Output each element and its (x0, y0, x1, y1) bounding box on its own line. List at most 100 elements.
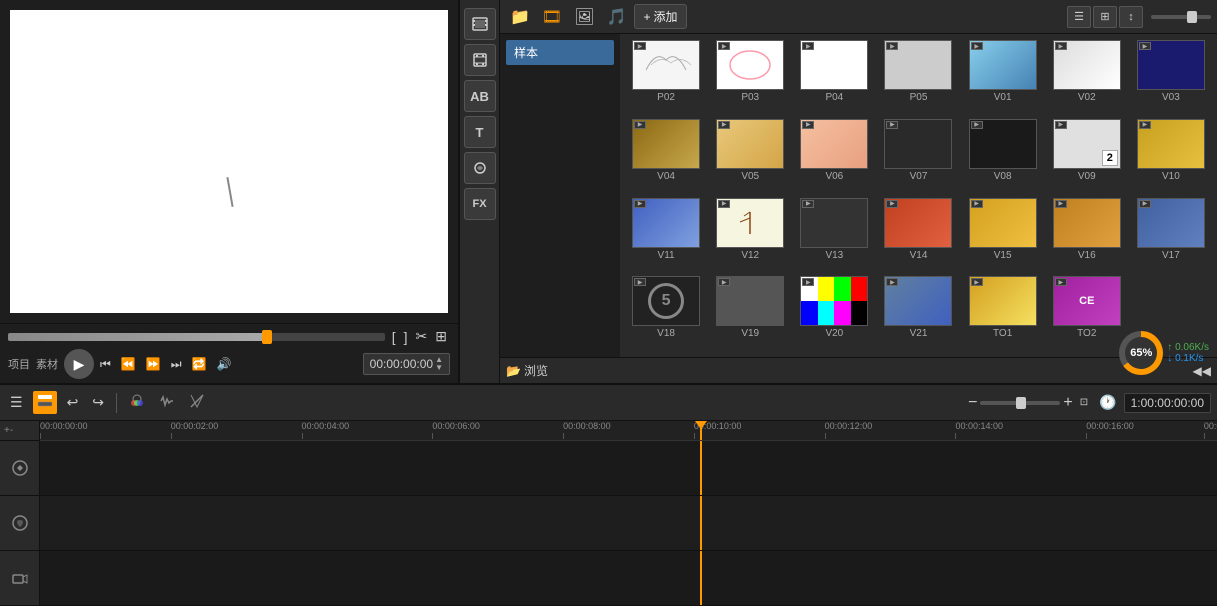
list-item[interactable]: ▶ V19 (710, 276, 790, 351)
effects-tool-button[interactable] (464, 152, 496, 184)
ruler-playhead (700, 421, 702, 440)
badge-2: 2 (1102, 150, 1118, 166)
out-point-button[interactable]: ] (401, 329, 411, 345)
audio-tool-button[interactable] (155, 391, 179, 414)
progress-bar[interactable] (8, 333, 385, 341)
media-thumbnail: ▶ (632, 119, 700, 169)
media-thumbnail: ▶ (716, 276, 784, 326)
list-item[interactable]: ▶ P05 (878, 40, 958, 115)
copy-button[interactable]: ⊞ (432, 328, 450, 345)
speed-circle: 65% (1119, 331, 1163, 375)
fit-button[interactable]: ⊡ (1076, 395, 1092, 410)
list-item[interactable]: ▶ V08 (963, 119, 1043, 194)
tracks-area (40, 441, 1217, 606)
list-item[interactable]: ▶ P02 (626, 40, 706, 115)
zoom-in-button[interactable]: + (1063, 394, 1072, 412)
text-tool-button[interactable]: AB (464, 80, 496, 112)
zoom-slider[interactable] (1151, 15, 1211, 19)
sort-button[interactable]: ↕ (1119, 6, 1143, 28)
sample-item[interactable]: 样本 (506, 40, 614, 65)
clock-button[interactable]: 🕐 (1095, 392, 1120, 413)
video-tab-button[interactable]: 🎞 (538, 5, 566, 29)
track-playhead-3 (700, 551, 702, 605)
volume-button[interactable]: 🔊 (212, 355, 235, 373)
image-tab-button[interactable]: 🖼 (570, 5, 598, 29)
in-point-button[interactable]: [ (389, 329, 399, 345)
media-thumbnail: ▶ (800, 276, 868, 326)
redo-button[interactable]: ↪ (88, 392, 108, 413)
progress-thumb (262, 330, 272, 344)
audio-tab-button[interactable]: 🎵 (603, 5, 631, 29)
filmstrip-tool-button[interactable] (464, 8, 496, 40)
title-tool-button[interactable]: T (464, 116, 496, 148)
prev-frame-button[interactable]: ⏮ (96, 355, 115, 374)
playhead-arrow (695, 421, 707, 429)
fx-tool-button[interactable]: FX (464, 188, 496, 220)
next-frame-button[interactable]: ⏭ (167, 355, 186, 374)
track-playhead-2 (700, 496, 702, 550)
step-forward-button[interactable]: ⏩ (142, 355, 165, 373)
media-item-label: V15 (994, 250, 1012, 261)
media-thumbnail: ▶ (884, 198, 952, 248)
list-item[interactable]: ▶ CE TO2 (1047, 276, 1127, 351)
folder-icon: 📂 (506, 364, 521, 378)
media-item-label: V04 (657, 171, 675, 182)
list-item[interactable]: ▶ V14 (878, 198, 958, 273)
list-item[interactable]: ▶ TO1 (963, 276, 1043, 351)
list-item[interactable]: ▶ V01 (963, 40, 1043, 115)
list-item[interactable]: ▶ P03 (710, 40, 790, 115)
list-item[interactable]: ▶ V15 (963, 198, 1043, 273)
browse-label: 浏览 (524, 362, 548, 379)
list-item[interactable]: ▶ 2 V09 (1047, 119, 1127, 194)
step-back-button[interactable]: ⏪ (117, 355, 140, 373)
list-item[interactable]: ▶ V06 (794, 119, 874, 194)
play-button[interactable]: ▶ (64, 349, 94, 379)
track-row-2 (40, 496, 1217, 551)
zoom-out-button[interactable]: − (968, 394, 977, 412)
list-view-button[interactable]: ☰ (1067, 6, 1091, 28)
timeline-track-button[interactable] (33, 391, 57, 414)
track-row-3 (40, 551, 1217, 606)
list-item[interactable]: ▶ V12 (710, 198, 790, 273)
material-label: 素材 (36, 356, 58, 372)
film-tool-button[interactable] (464, 44, 496, 76)
track-label-1 (0, 441, 39, 496)
media-item-label: P02 (657, 92, 675, 103)
browse-button[interactable]: 📂 浏览 (506, 362, 548, 379)
list-item[interactable]: ▶ V10 (1131, 119, 1211, 194)
transition-tool-button[interactable] (185, 391, 209, 414)
timeline-menu-button[interactable]: ☰ (6, 392, 27, 413)
list-item[interactable]: ▶ V21 (878, 276, 958, 351)
media-item-label: P03 (741, 92, 759, 103)
list-item[interactable]: ▶ V17 (1131, 198, 1211, 273)
time-down-arrow[interactable]: ▼ (435, 364, 443, 372)
list-item[interactable]: ▶ 5 V18 (626, 276, 706, 351)
grid-view-button[interactable]: ⊞ (1093, 6, 1117, 28)
folder-tab-button[interactable]: 📁 (506, 5, 534, 29)
cut-button[interactable]: ✂ (413, 328, 431, 345)
list-item[interactable]: ▶ V04 (626, 119, 706, 194)
zoom-bar[interactable] (980, 401, 1060, 405)
list-item[interactable]: ▶ V03 (1131, 40, 1211, 115)
playback-cursor (226, 177, 233, 207)
media-item-label: V21 (910, 328, 928, 339)
list-item[interactable]: ▶ V16 (1047, 198, 1127, 273)
list-item[interactable]: ▶ V07 (878, 119, 958, 194)
list-item[interactable]: ▶ P04 (794, 40, 874, 115)
list-item[interactable]: ▶ V11 (626, 198, 706, 273)
media-thumbnail: ▶ (800, 119, 868, 169)
preview-panel: [ ] ✂ ⊞ 项目 素材 ▶ ⏮ ⏪ ⏩ ⏭ 🔁 🔊 00:00:00:00 (0, 0, 460, 383)
loop-button[interactable]: 🔁 (188, 355, 211, 373)
list-item[interactable]: ▶ V05 (710, 119, 790, 194)
list-item[interactable]: ▶ V02 (1047, 40, 1127, 115)
add-media-button[interactable]: + 添加 (634, 4, 686, 29)
media-item-label: P04 (825, 92, 843, 103)
speed-text: ↑ 0.06K/s ↓ 0.1K/s (1167, 342, 1209, 364)
media-item-label: V13 (825, 250, 843, 261)
remove-track-button[interactable]: - (10, 425, 13, 436)
list-item[interactable]: ▶ V13 (794, 198, 874, 273)
color-tool-button[interactable] (125, 391, 149, 414)
list-item[interactable]: ▶ V20 (794, 276, 874, 351)
media-thumbnail: ▶ (1137, 198, 1205, 248)
undo-button[interactable]: ↩ (63, 392, 83, 413)
